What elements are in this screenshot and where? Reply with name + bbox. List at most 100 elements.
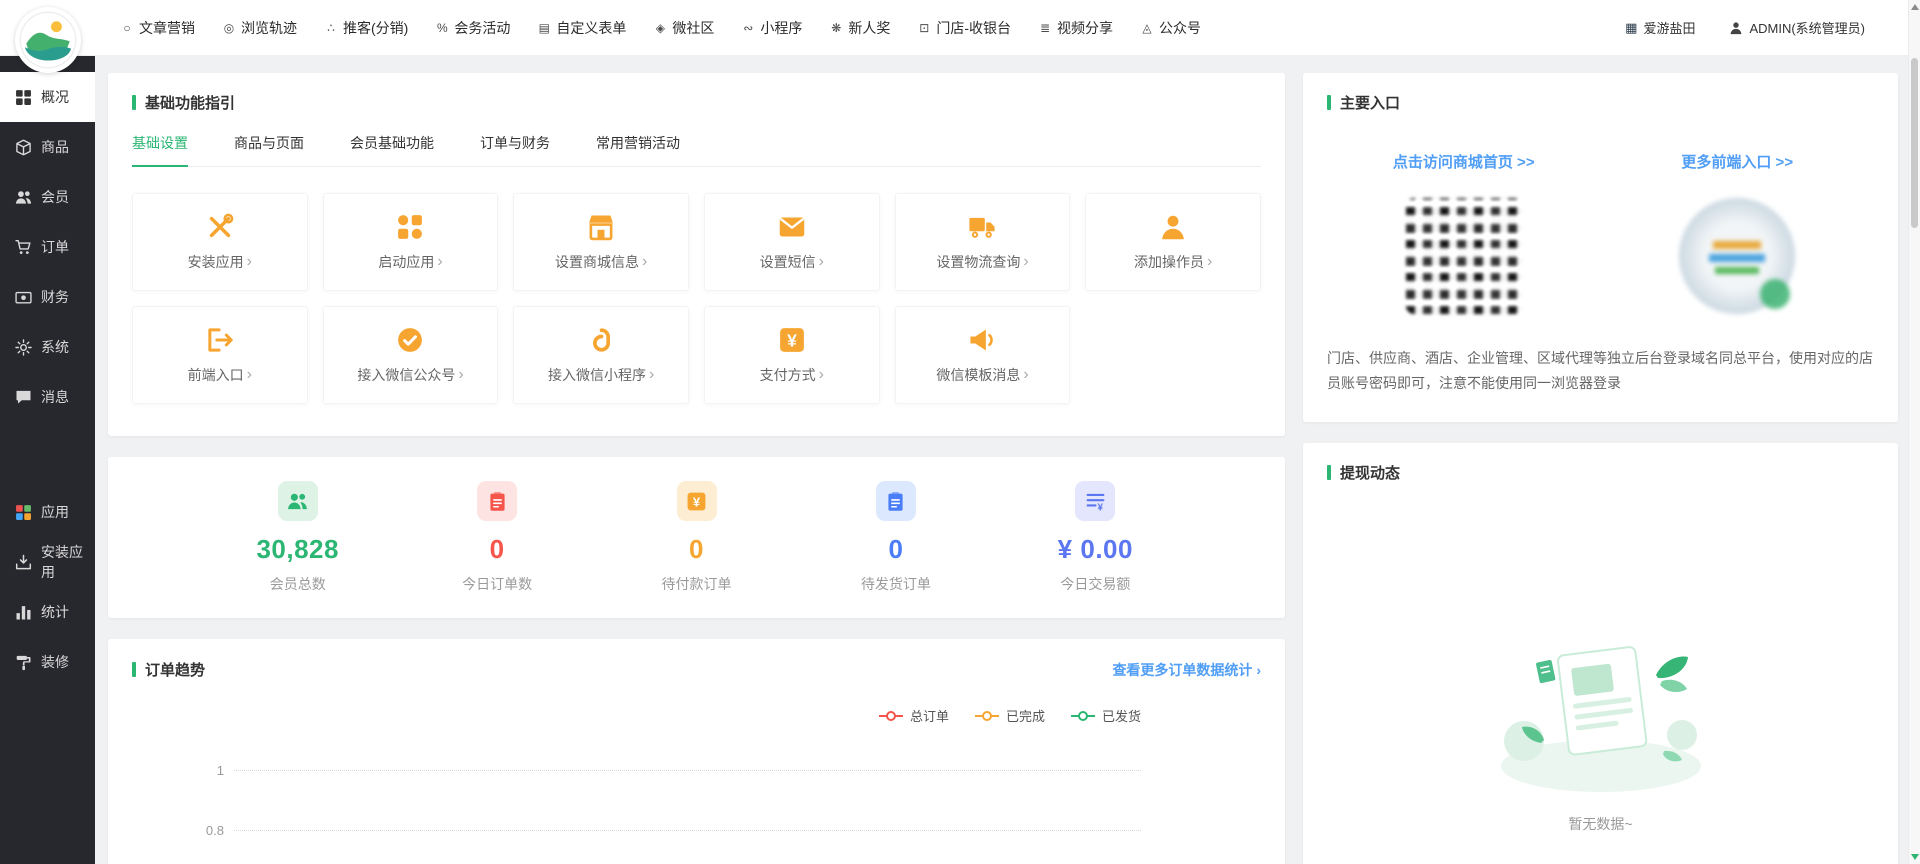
transaction-list-icon: ¥	[1075, 481, 1115, 521]
tab-products-pages[interactable]: 商品与页面	[234, 133, 304, 166]
guide-card-payment[interactable]: ¥ 支付方式›	[704, 306, 880, 404]
stat-label: 待发货订单	[861, 574, 931, 594]
chevron-right-icon: ›	[247, 254, 252, 270]
tab-orders-finance[interactable]: 订单与财务	[480, 133, 550, 166]
sidebar-label: 概况	[41, 87, 69, 107]
apps-icon	[15, 504, 32, 521]
sidebar-label: 消息	[41, 387, 69, 407]
page-scrollbar[interactable]	[1908, 0, 1920, 864]
sidebar-label: 财务	[41, 287, 69, 307]
guide-card-label: 设置商城信息›	[555, 252, 647, 272]
members-icon	[278, 481, 318, 521]
guide-card-label: 接入微信小程序›	[548, 365, 654, 385]
nav-distribution[interactable]: ∴推客(分销)	[324, 18, 408, 38]
sidebar-item-messages[interactable]: 消息	[0, 372, 95, 422]
stat-pending-shipment: 0 待发货订单	[796, 481, 995, 594]
guide-card-sms[interactable]: 设置短信›	[704, 193, 880, 291]
title-accent-bar	[132, 95, 136, 110]
nav-newcomer-award[interactable]: ❋新人奖	[829, 18, 890, 38]
guide-card-mall-info[interactable]: 设置商城信息›	[513, 193, 689, 291]
site-switcher[interactable]: ▦ 爱游盐田	[1625, 18, 1695, 37]
stat-value: 0	[888, 534, 903, 565]
scroll-up-arrow-icon[interactable]	[1911, 4, 1919, 10]
mall-home-link[interactable]: 点击访问商城首页 >>	[1393, 151, 1535, 172]
check-badge-icon	[396, 326, 424, 354]
nav-custom-form[interactable]: ▤自定义表单	[537, 18, 626, 38]
order-trends-panel: 订单趋势 查看更多订单数据统计 › 总订单 已完成 已发货	[108, 639, 1285, 864]
nav-community[interactable]: ◈微社区	[653, 18, 714, 38]
stat-value: 0	[689, 534, 704, 565]
guide-card-grid: 安装应用› 启动应用› 设置商城信息› 设置短信›	[132, 193, 1261, 404]
nav-official-account[interactable]: ◬公众号	[1140, 18, 1201, 38]
guide-card-wechat-official[interactable]: 接入微信公众号›	[323, 306, 499, 404]
tab-basic-settings[interactable]: 基础设置	[132, 133, 188, 166]
sidebar-item-apps[interactable]: 应用	[0, 487, 95, 537]
app-logo[interactable]	[15, 7, 81, 73]
main-entry-panel: 主要入口 点击访问商城首页 >> 更多前端入口 >> 门店、供应商、酒店、企业管…	[1303, 73, 1898, 422]
guide-card-launch-app[interactable]: 启动应用›	[323, 193, 499, 291]
sidebar-item-install-apps[interactable]: 安装应用	[0, 537, 95, 587]
panel-title-text: 提现动态	[1340, 462, 1400, 483]
sidebar-item-system[interactable]: 系统	[0, 322, 95, 372]
nav-browse-tracks[interactable]: ◎浏览轨迹	[222, 18, 297, 38]
title-accent-bar	[1327, 95, 1331, 110]
guide-card-label: 设置短信›	[760, 252, 824, 272]
svg-text:¥: ¥	[787, 330, 797, 350]
empty-state: 暂无数据~	[1327, 623, 1874, 834]
sidebar-label: 会员	[41, 187, 69, 207]
scroll-down-arrow-icon[interactable]	[1911, 854, 1919, 860]
distribution-icon: ∴	[324, 21, 338, 35]
nav-mini-program[interactable]: ∾小程序	[741, 18, 802, 38]
more-order-stats-link[interactable]: 查看更多订单数据统计 ›	[1112, 660, 1261, 680]
sidebar-item-orders[interactable]: 订单	[0, 222, 95, 272]
nav-label: 微社区	[672, 18, 714, 38]
scrollbar-thumb[interactable]	[1911, 58, 1918, 228]
guide-card-wechat-mini[interactable]: 接入微信小程序›	[513, 306, 689, 404]
guide-card-install-app[interactable]: 安装应用›	[132, 193, 308, 291]
finance-icon	[15, 289, 32, 306]
guide-card-label: 设置物流查询›	[936, 252, 1028, 272]
sidebar-item-statistics[interactable]: 统计	[0, 587, 95, 637]
sidebar-item-decoration[interactable]: 装修	[0, 637, 95, 687]
legend-shipped[interactable]: 已发货	[1071, 706, 1141, 725]
sidebar-item-members[interactable]: 会员	[0, 172, 95, 222]
stat-pending-payment: ¥ 0 待付款订单	[597, 481, 796, 594]
nav-label: 视频分享	[1057, 18, 1113, 38]
guide-card-logistics[interactable]: 设置物流查询›	[895, 193, 1071, 291]
guide-panel: 基础功能指引 基础设置 商品与页面 会员基础功能 订单与财务 常用营销活动 安装…	[108, 73, 1285, 436]
more-frontend-entry-link[interactable]: 更多前端入口 >>	[1681, 151, 1793, 172]
legend-completed[interactable]: 已完成	[975, 706, 1045, 725]
withdraw-panel-title: 提现动态	[1327, 462, 1874, 483]
exit-arrow-icon	[206, 326, 234, 354]
mall-home-qrcode	[1406, 198, 1522, 314]
article-marketing-icon: ○	[120, 21, 134, 35]
y-axis-tick: 1	[192, 763, 224, 778]
chevron-right-icon: ›	[642, 254, 647, 270]
guide-card-add-operator[interactable]: 添加操作员›	[1085, 193, 1261, 291]
mall-home-entry: 点击访问商城首页 >>	[1327, 151, 1601, 314]
guide-card-frontend-entry[interactable]: 前端入口›	[132, 306, 308, 404]
legend-total-orders[interactable]: 总订单	[879, 706, 949, 725]
mini-program-s-icon	[587, 326, 615, 354]
guide-card-template-message[interactable]: 微信模板消息›	[895, 306, 1071, 404]
tab-marketing-activities[interactable]: 常用营销活动	[596, 133, 680, 166]
empty-state-text: 暂无数据~	[1568, 814, 1632, 834]
legend-marker	[879, 715, 903, 717]
nav-video-share[interactable]: ≣视频分享	[1038, 18, 1113, 38]
sidebar-item-products[interactable]: 商品	[0, 122, 95, 172]
stat-label: 会员总数	[270, 574, 326, 594]
sidebar-item-finance[interactable]: 财务	[0, 272, 95, 322]
chart-gridline-row: 1	[192, 761, 1141, 779]
clipboard-icon	[876, 481, 916, 521]
logo-artwork	[19, 11, 77, 69]
store-cashier-icon: ⊡	[917, 21, 931, 35]
nav-article-marketing[interactable]: ○文章营销	[120, 18, 195, 38]
nav-store-cashier[interactable]: ⊡门店-收银台	[917, 18, 1011, 38]
tab-member-basics[interactable]: 会员基础功能	[350, 133, 434, 166]
nav-event-activity[interactable]: %会务活动	[435, 18, 510, 38]
legend-label: 总订单	[910, 706, 949, 725]
sidebar-item-overview[interactable]: 概况	[0, 72, 95, 122]
sidebar-label: 安装应用	[41, 542, 95, 582]
user-menu[interactable]: ADMIN(系统管理员)	[1729, 18, 1865, 37]
frontend-entry-qrcode	[1679, 198, 1795, 314]
